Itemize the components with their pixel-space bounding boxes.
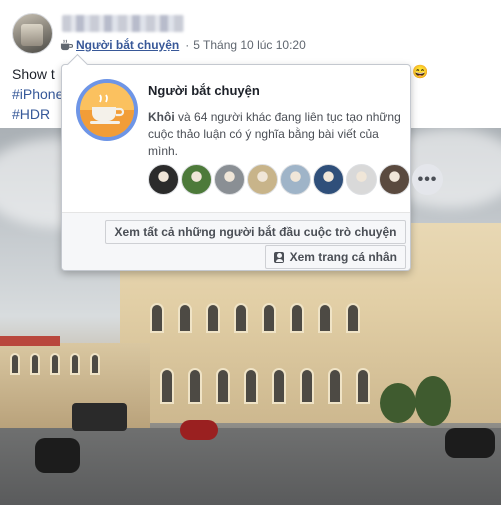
description-text: và 64 người khác đang liên tục tạo những…: [148, 110, 401, 158]
view-profile-button[interactable]: Xem trang cá nhân: [265, 245, 406, 269]
friend-avatar-1[interactable]: [148, 164, 179, 195]
post-card: Người bắt chuyện · 5 Tháng 10 lúc 10:20 …: [0, 0, 501, 505]
motorbike: [35, 438, 80, 473]
conversation-starter-badge-icon: [76, 79, 138, 141]
more-avatars-button[interactable]: •••: [412, 164, 443, 195]
post-timestamp[interactable]: 5 Tháng 10 lúc 10:20: [193, 38, 306, 52]
hovercard-title: Người bắt chuyện: [148, 83, 260, 98]
see-all-starters-button[interactable]: Xem tất cả những người bắt đầu cuộc trò …: [105, 220, 406, 244]
post-text-line1: Show t: [12, 66, 55, 82]
emoji-smile: 😄: [412, 64, 429, 79]
motorbike: [445, 428, 495, 458]
tree: [380, 383, 416, 423]
coffee-cup-icon: [60, 39, 73, 50]
motorbike: [180, 420, 218, 440]
meta-separator: ·: [185, 38, 190, 52]
friend-avatar-2[interactable]: [181, 164, 212, 195]
post-text: Show t #iPhone #HDR: [12, 64, 63, 124]
building-left-roof: [0, 336, 60, 346]
coffee-cup-icon: [80, 83, 134, 137]
window-row: [10, 353, 100, 375]
hashtag-iphone[interactable]: #iPhone: [12, 86, 63, 102]
author-name-blurred[interactable]: [62, 15, 184, 32]
post-meta: Người bắt chuyện · 5 Tháng 10 lúc 10:20: [60, 37, 306, 53]
car: [72, 403, 127, 431]
friend-avatar-8[interactable]: [379, 164, 410, 195]
hashtag-hdr[interactable]: #HDR: [12, 106, 50, 122]
friend-avatar-6[interactable]: [313, 164, 344, 195]
friend-avatar-3[interactable]: [214, 164, 245, 195]
view-profile-label: Xem trang cá nhân: [289, 250, 397, 264]
friend-avatar-4[interactable]: [247, 164, 278, 195]
friend-avatar-7[interactable]: [346, 164, 377, 195]
friend-name[interactable]: Khôi: [148, 110, 175, 124]
person-icon: [274, 251, 284, 263]
window-row: [160, 368, 370, 404]
friend-avatar-5[interactable]: [280, 164, 311, 195]
friend-avatars-row: •••: [148, 164, 443, 195]
badge-hovercard: Người bắt chuyện Khôi và 64 người khác đ…: [61, 64, 443, 271]
hovercard-footer: Xem tất cả những người bắt đầu cuộc trò …: [62, 212, 410, 270]
badge-link[interactable]: Người bắt chuyện: [76, 38, 179, 52]
tree: [415, 376, 451, 426]
author-avatar[interactable]: [12, 13, 53, 54]
hovercard-description: Khôi và 64 người khác đang liên tục tạo …: [148, 109, 404, 160]
window-row: [150, 303, 360, 333]
